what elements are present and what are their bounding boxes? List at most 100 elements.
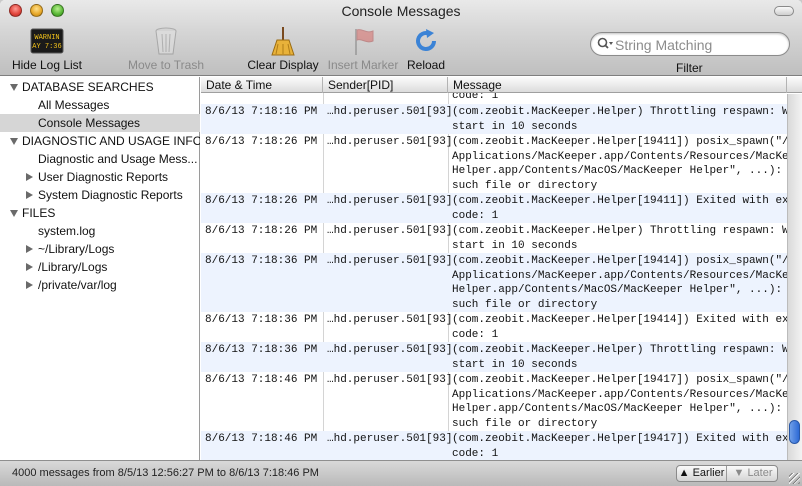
search-input[interactable]	[615, 36, 785, 53]
sidebar-item-label: system.log	[38, 224, 96, 238]
scrollbar-thumb[interactable]	[789, 420, 800, 444]
date-cell: 8/6/13 7:18:26 PM	[205, 225, 318, 237]
up-arrow-icon: ▲	[678, 467, 690, 479]
sidebar-item-console-messages[interactable]: Console Messages	[0, 114, 200, 132]
down-arrow-icon: ▼	[733, 467, 745, 479]
message-cell: (com.zeobit.MacKeeper.Helper) Throttling…	[452, 106, 802, 133]
date-cell: 8/6/13 7:18:26 PM	[205, 136, 318, 148]
reload-icon	[416, 29, 436, 51]
date-cell: 8/6/13 7:18:16 PM	[205, 106, 318, 118]
sender-cell: …hd.peruser.501[93]	[327, 374, 453, 386]
sidebar-group-diagnostic[interactable]: DIAGNOSTIC AND USAGE INFO...	[0, 132, 200, 150]
table-row[interactable]: 8/6/13 7:18:36 PM …hd.peruser.501[93] (c…	[201, 253, 802, 312]
clear-display-button[interactable]: Clear Display	[244, 26, 322, 74]
disclosure-closed-icon[interactable]	[26, 281, 33, 289]
status-bar: 4000 messages from 8/5/13 12:56:27 PM to…	[0, 460, 802, 486]
disclosure-open-icon[interactable]	[10, 84, 18, 91]
disclosure-open-icon[interactable]	[10, 138, 18, 145]
sidebar-group-database-searches[interactable]: DATABASE SEARCHES	[0, 78, 200, 96]
later-button[interactable]: ▼ Later	[728, 466, 778, 481]
column-header-sender[interactable]: Sender[PID]	[323, 77, 448, 93]
sidebar-group-label: DATABASE SEARCHES	[22, 80, 154, 94]
log-icon-text-1: WARNIN	[34, 34, 59, 42]
message-cell: code: 1	[452, 93, 499, 102]
table-row[interactable]: 8/6/13 7:18:26 PM …hd.peruser.501[93] (c…	[201, 193, 802, 223]
reload-label: Reload	[406, 58, 446, 72]
column-header-message[interactable]: Message	[448, 77, 787, 93]
sidebar-item-user-diagnostic-reports[interactable]: User Diagnostic Reports	[0, 168, 200, 186]
table-row[interactable]: 8/6/13 7:18:46 PM …hd.peruser.501[93] (c…	[201, 431, 802, 460]
vertical-scrollbar[interactable]	[787, 94, 802, 460]
message-cell: (com.zeobit.MacKeeper.Helper[19417]) pos…	[452, 374, 802, 430]
disclosure-closed-icon[interactable]	[26, 263, 33, 271]
sidebar-item-system-log[interactable]: system.log	[0, 222, 200, 240]
sidebar-item-private-var-log[interactable]: /private/var/log	[0, 276, 200, 294]
broom-icon	[271, 27, 295, 56]
date-cell: 8/6/13 7:18:26 PM	[205, 195, 318, 207]
hide-log-list-label: Hide Log List	[11, 58, 83, 72]
toolbar: Console Messages WARNIN AY 7:36 Hide Log…	[0, 0, 802, 76]
sender-cell: …hd.peruser.501[93]	[327, 136, 453, 148]
sidebar-item-label: ~/Library/Logs	[38, 242, 115, 256]
sidebar-group-label: DIAGNOSTIC AND USAGE INFO...	[22, 134, 200, 148]
window-title: Console Messages	[341, 3, 461, 19]
sidebar-item-all-messages[interactable]: All Messages	[0, 96, 200, 114]
search-field[interactable]	[590, 32, 790, 56]
sender-cell: …hd.peruser.501[93]	[327, 106, 453, 118]
sender-cell: …hd.peruser.501[93]	[327, 195, 453, 207]
hide-log-list-button[interactable]: WARNIN AY 7:36 Hide Log List	[8, 26, 86, 74]
move-to-trash-label: Move to Trash	[127, 58, 205, 72]
log-icon-text-2: AY 7:36	[32, 43, 61, 51]
sidebar-item-diagnostic-usage[interactable]: Diagnostic and Usage Mess...	[0, 150, 200, 168]
date-cell: 8/6/13 7:18:36 PM	[205, 344, 318, 356]
sender-cell: …hd.peruser.501[93]	[327, 314, 453, 326]
date-cell: 8/6/13 7:18:46 PM	[205, 374, 318, 386]
sidebar-item-system-diagnostic-reports[interactable]: System Diagnostic Reports	[0, 186, 200, 204]
sidebar-item-library-logs[interactable]: /Library/Logs	[0, 258, 200, 276]
reload-button[interactable]: Reload	[404, 26, 448, 74]
log-list-icon: WARNIN AY 7:36	[30, 28, 64, 54]
date-cell: 8/6/13 7:18:46 PM	[205, 433, 318, 445]
message-cell: (com.zeobit.MacKeeper.Helper[19414]) pos…	[452, 255, 802, 311]
sidebar-item-label: Console Messages	[38, 116, 141, 130]
message-cell: (com.zeobit.MacKeeper.Helper[19411]) pos…	[452, 136, 802, 192]
resize-grip-icon[interactable]	[789, 473, 800, 484]
table-row[interactable]: 8/6/13 7:18:16 PM …hd.peruser.501[93] (c…	[201, 104, 802, 134]
message-cell: (com.zeobit.MacKeeper.Helper[19411]) Exi…	[452, 195, 802, 222]
table-row[interactable]: 8/6/13 7:18:36 PM …hd.peruser.501[93] (c…	[201, 342, 802, 372]
earlier-label: Earlier	[692, 467, 725, 479]
disclosure-closed-icon[interactable]	[26, 173, 33, 181]
earlier-later-segmented-control: ▲ Earlier ▼ Later	[676, 465, 778, 482]
sidebar-item-label: /Library/Logs	[38, 260, 108, 274]
earlier-button[interactable]: ▲ Earlier	[677, 466, 727, 481]
disclosure-closed-icon[interactable]	[26, 191, 33, 199]
flag-icon	[355, 29, 374, 55]
clear-display-label: Clear Display	[247, 58, 319, 72]
table-row-partial[interactable]: code: 1	[201, 93, 787, 104]
console-window: Console Messages WARNIN AY 7:36 Hide Log…	[0, 0, 802, 486]
search-icon	[597, 37, 613, 49]
sidebar-item-label: All Messages	[38, 98, 110, 112]
trash-icon	[155, 27, 177, 55]
toolbar-toggle-button[interactable]	[774, 6, 794, 16]
table-row[interactable]: 8/6/13 7:18:46 PM …hd.peruser.501[93] (c…	[201, 372, 802, 431]
message-count-status: 4000 messages from 8/5/13 12:56:27 PM to…	[12, 467, 319, 479]
column-header-date[interactable]: Date & Time	[201, 77, 323, 93]
insert-marker-button[interactable]: Insert Marker	[326, 26, 400, 74]
sender-cell: …hd.peruser.501[93]	[327, 433, 453, 445]
table-row[interactable]: 8/6/13 7:18:26 PM …hd.peruser.501[93] (c…	[201, 134, 802, 193]
disclosure-open-icon[interactable]	[10, 210, 18, 217]
sender-cell: …hd.peruser.501[93]	[327, 344, 453, 356]
log-list-sidebar: DATABASE SEARCHES All Messages Console M…	[0, 77, 200, 460]
sidebar-item-user-library-logs[interactable]: ~/Library/Logs	[0, 240, 200, 258]
message-cell: (com.zeobit.MacKeeper.Helper[19414]) Exi…	[452, 314, 802, 341]
sidebar-item-label: /private/var/log	[38, 278, 117, 292]
sidebar-group-label: FILES	[22, 206, 56, 220]
table-row[interactable]: 8/6/13 7:18:26 PM …hd.peruser.501[93] (c…	[201, 223, 802, 253]
sender-cell: …hd.peruser.501[93]	[327, 255, 453, 267]
sidebar-group-files[interactable]: FILES	[0, 204, 200, 222]
move-to-trash-button[interactable]: Move to Trash	[124, 26, 208, 74]
table-row[interactable]: 8/6/13 7:18:36 PM …hd.peruser.501[93] (c…	[201, 312, 802, 342]
disclosure-closed-icon[interactable]	[26, 245, 33, 253]
sidebar-item-label: User Diagnostic Reports	[38, 170, 169, 184]
